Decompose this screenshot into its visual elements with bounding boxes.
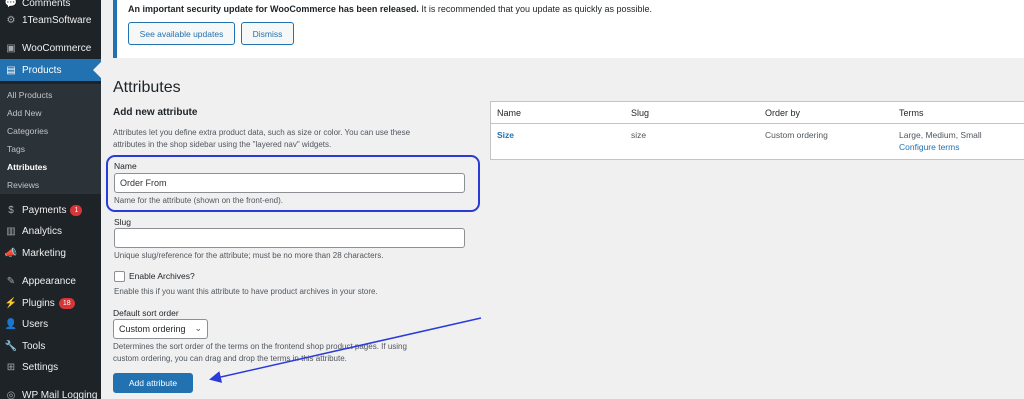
sidebar-item-label: WP Mail Logging (22, 389, 98, 399)
comments-icon: 💬 (4, 0, 18, 9)
products-submenu: All Products Add New Categories Tags Att… (0, 84, 101, 194)
submenu-categories[interactable]: Categories (7, 126, 48, 136)
table-header: Name Slug Order by Terms (491, 102, 1024, 124)
name-field-highlight (106, 155, 480, 212)
plugins-icon: ⚡ (4, 297, 18, 309)
archives-help: Enable this if you want this attribute t… (114, 287, 378, 296)
sidebar-item-users[interactable]: 👤 Users (0, 313, 101, 335)
payments-badge: 1 (70, 204, 83, 216)
attribute-terms: Large, Medium, Small (899, 130, 982, 140)
sort-order-help: Determines the sort order of the terms o… (113, 341, 407, 365)
column-header-slug[interactable]: Slug (631, 108, 649, 118)
page-title: Attributes (113, 79, 181, 96)
submenu-add-new[interactable]: Add New (7, 108, 42, 118)
attribute-order-by: Custom ordering (765, 130, 828, 140)
notice-body-text: It is recommended that you update as qui… (418, 4, 653, 14)
submenu-reviews[interactable]: Reviews (7, 180, 39, 190)
sidebar-item-products[interactable]: ▤ Products (0, 59, 101, 81)
slug-help: Unique slug/reference for the attribute;… (114, 251, 384, 260)
attributes-table: Name Slug Order by Terms Size size Custo… (490, 101, 1024, 160)
sidebar-item-tools[interactable]: 🔧 Tools (0, 335, 101, 357)
sidebar-item-appearance[interactable]: ✎ Appearance (0, 270, 101, 292)
dismiss-button[interactable]: Dismiss (241, 22, 294, 45)
sidebar-item-label: Products (22, 64, 62, 76)
sidebar-item-settings[interactable]: ⊞ Settings (0, 356, 101, 378)
attribute-slug: size (631, 130, 647, 140)
sort-help-line: custom ordering, you can drag and drop t… (113, 354, 347, 363)
notice-message: An important security update for WooComm… (128, 4, 652, 14)
settings-icon: ⊞ (6, 361, 16, 373)
form-description: Attributes let you define extra product … (113, 127, 410, 151)
sidebar-item-label: Analytics (22, 225, 63, 237)
enable-archives-label[interactable]: Enable Archives? (129, 271, 195, 281)
sidebar-item-marketing[interactable]: 📣 Marketing (0, 242, 101, 264)
sidebar-item-payments[interactable]: $ Payments 1 (0, 199, 101, 221)
tools-icon: 🔧 (4, 340, 18, 352)
appearance-icon: ✎ (6, 275, 16, 287)
notice-bold-text: An important security update for WooComm… (128, 4, 419, 14)
active-indicator (93, 62, 101, 78)
sidebar-item-plugins[interactable]: ⚡ Plugins 18 (0, 292, 101, 314)
chevron-down-icon: ⌄ (194, 323, 202, 333)
form-description-line: Attributes let you define extra product … (113, 128, 411, 137)
marketing-icon: 📣 (4, 247, 18, 259)
submenu-all-products[interactable]: All Products (7, 90, 52, 100)
users-icon: 👤 (4, 318, 18, 330)
form-heading: Add new attribute (113, 107, 198, 118)
sidebar-item-label: Payments (22, 204, 67, 216)
slug-label: Slug (114, 217, 132, 227)
sidebar-item-woocommerce[interactable]: ▣ WooCommerce (0, 37, 101, 59)
mail-logging-icon: ◎ (6, 389, 16, 399)
add-attribute-button[interactable]: Add attribute (113, 373, 193, 393)
see-available-updates-button[interactable]: See available updates (128, 22, 235, 45)
submenu-attributes[interactable]: Attributes (7, 162, 47, 172)
sidebar-item-label: Plugins (22, 297, 55, 309)
sort-order-value: Custom ordering (119, 324, 186, 334)
configure-terms-link[interactable]: Configure terms (899, 142, 959, 152)
sidebar-item-wp-mail-logging[interactable]: ◎ WP Mail Logging (0, 384, 101, 399)
form-description-line: attributes in the shop sidebar using the… (113, 140, 332, 149)
sidebar-item-label: Marketing (22, 247, 66, 259)
admin-sidebar: 💬 Comments ⚙ 1TeamSoftware ▣ WooCommerce… (0, 0, 101, 399)
woocommerce-icon: ▣ (6, 42, 16, 54)
payments-icon: $ (8, 204, 14, 216)
sort-help-line: Determines the sort order of the terms o… (113, 342, 407, 351)
security-update-notice: An important security update for WooComm… (113, 0, 1024, 58)
sidebar-item-label: Users (22, 318, 49, 330)
sidebar-item-label: Appearance (22, 275, 76, 287)
analytics-icon: ▥ (6, 225, 16, 237)
enable-archives-checkbox[interactable] (114, 271, 125, 282)
submenu-tags[interactable]: Tags (7, 144, 25, 154)
column-header-name[interactable]: Name (497, 108, 521, 118)
column-header-order-by[interactable]: Order by (765, 108, 800, 118)
column-header-terms[interactable]: Terms (899, 108, 924, 118)
sidebar-item-label: Comments (22, 0, 71, 9)
sort-order-label: Default sort order (113, 308, 179, 318)
sidebar-item-1teamsoftware[interactable]: ⚙ 1TeamSoftware (0, 9, 101, 31)
attribute-name-link[interactable]: Size (497, 130, 514, 140)
default-sort-order-select[interactable]: Custom ordering ⌄ (113, 319, 208, 339)
sidebar-item-label: WooCommerce (22, 42, 92, 54)
sidebar-item-label: Settings (22, 361, 59, 373)
sidebar-item-label: 1TeamSoftware (22, 14, 92, 26)
plugins-badge: 18 (58, 297, 75, 309)
slug-field[interactable] (114, 228, 465, 248)
gear-icon: ⚙ (6, 14, 16, 26)
sidebar-item-label: Tools (22, 340, 46, 352)
products-icon: ▤ (6, 64, 16, 76)
sidebar-item-analytics[interactable]: ▥ Analytics (0, 220, 101, 242)
